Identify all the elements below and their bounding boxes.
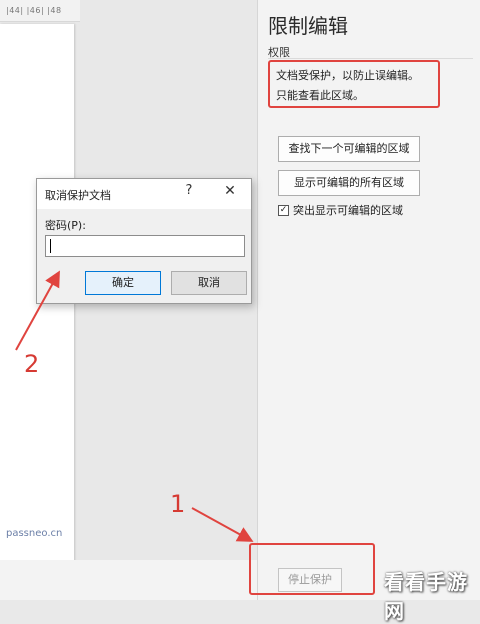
step-2-label: 2 <box>24 350 40 378</box>
close-icon[interactable]: ✕ <box>221 183 239 199</box>
show-all-regions-button[interactable]: 显示可编辑的所有区域 <box>278 170 420 196</box>
protection-status: 文档受保护，以防止误编辑。 只能查看此区域。 <box>268 60 440 108</box>
help-icon[interactable]: ? <box>180 183 198 198</box>
find-next-region-button[interactable]: 查找下一个可编辑的区域 <box>278 136 420 162</box>
section-divider <box>268 58 473 59</box>
status-line-2: 只能查看此区域。 <box>276 89 364 102</box>
pane-title: 限制编辑 <box>268 14 348 38</box>
corner-watermark: 看看手游网 <box>384 570 468 623</box>
status-line-1: 文档受保护，以防止误编辑。 <box>276 69 419 82</box>
cancel-button[interactable]: 取消 <box>171 271 247 295</box>
highlight-regions-checkbox-row[interactable]: ✓ 突出显示可编辑的区域 <box>278 202 403 218</box>
ok-button[interactable]: 确定 <box>85 271 161 295</box>
dialog-title: 取消保护文档 <box>45 189 111 202</box>
password-label: 密码(P): <box>45 219 86 232</box>
restrict-editing-pane: 限制编辑 权限 文档受保护，以防止误编辑。 只能查看此区域。 查找下一个可编辑的… <box>257 0 480 600</box>
password-input[interactable] <box>45 235 245 257</box>
ruler: |44| |46| |48 <box>0 0 80 22</box>
text-caret <box>50 239 51 253</box>
highlight-regions-checkbox[interactable]: ✓ <box>278 204 289 216</box>
stop-button-highlight <box>249 543 375 595</box>
step-1-label: 1 <box>170 490 186 518</box>
unprotect-document-dialog: 取消保护文档 ? ✕ 密码(P): 确定 取消 <box>36 178 252 304</box>
status-bar <box>0 560 257 600</box>
highlight-regions-label: 突出显示可编辑的区域 <box>293 204 403 217</box>
site-watermark: passneo.cn <box>6 528 63 539</box>
